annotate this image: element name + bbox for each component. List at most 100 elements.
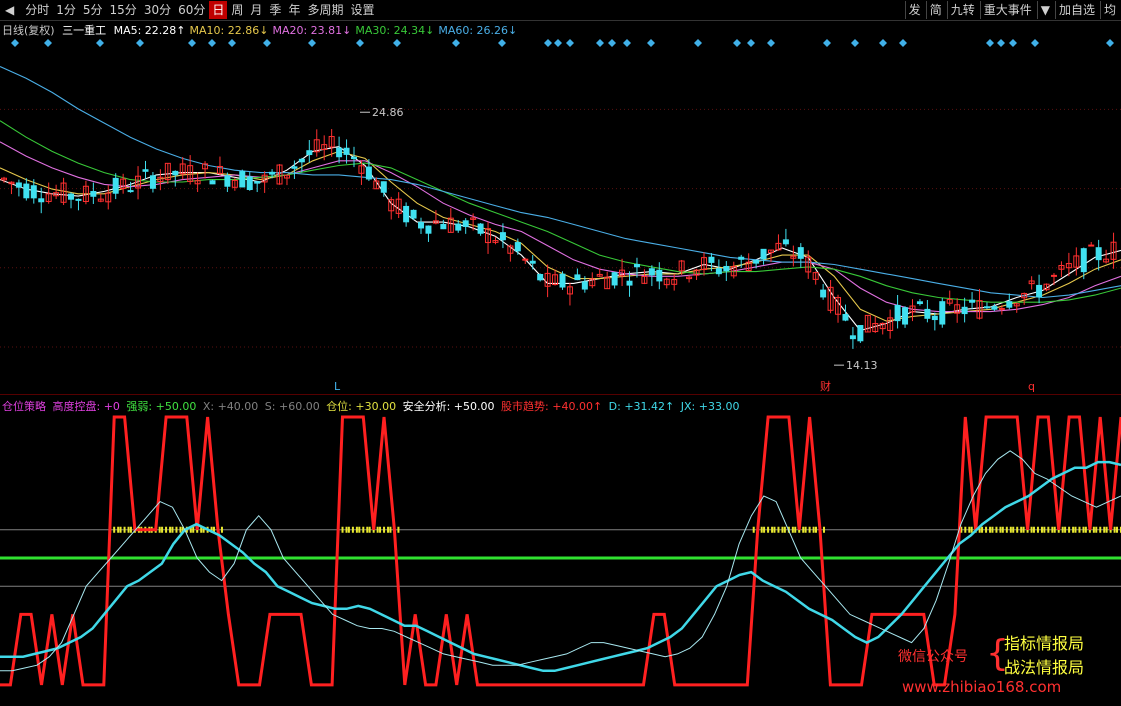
candle-body — [425, 225, 432, 234]
candle-body — [306, 150, 313, 156]
candle-body — [522, 258, 529, 261]
candle-body — [112, 177, 119, 194]
signal-diamond — [694, 39, 702, 47]
signal-diamond — [263, 39, 271, 47]
candle-body — [298, 158, 305, 163]
signal-diamond — [498, 39, 506, 47]
watermark-brand1: 指标情报局 — [1004, 634, 1085, 653]
signal-diamond — [188, 39, 196, 47]
indicator-legend-item: D: +31.42↑ — [608, 400, 678, 413]
candle-body — [254, 181, 261, 184]
candle-body — [455, 223, 462, 231]
period-tab-3[interactable]: 15分 — [107, 1, 140, 19]
candle-body — [961, 306, 968, 315]
toolbar-right-item-0[interactable]: 发 — [904, 1, 924, 19]
candle-body — [998, 307, 1005, 310]
candle-body — [559, 273, 566, 288]
period-tab-12[interactable]: 设置 — [347, 1, 377, 19]
signal-diamond — [96, 39, 104, 47]
period-tab-8[interactable]: 月 — [247, 1, 265, 19]
toolbar-right-item-4[interactable]: ▼ — [1036, 1, 1053, 19]
candle-body — [782, 239, 789, 245]
signal-diamond — [308, 39, 316, 47]
candle-body — [30, 185, 37, 199]
ma-legend-item: MA60: 26.26↓ — [438, 24, 518, 37]
period-tab-10[interactable]: 年 — [285, 1, 303, 19]
candle-body — [916, 301, 923, 305]
signal-diamond — [733, 39, 741, 47]
candle-body — [574, 274, 581, 281]
signal-diamond — [1009, 39, 1017, 47]
period-toolbar: ◀ 分时 1分 5分 15分 30分 60分日周月季年多周期 设置 均加自选 ▼ 重大事件 九转简发 — [0, 0, 1121, 21]
toolbar-right-item-2[interactable]: 九转 — [946, 1, 978, 19]
marker-cai: 财 — [820, 379, 831, 393]
candle-body — [529, 260, 536, 264]
toolbar-right-item-3[interactable]: 重大事件 — [979, 1, 1035, 19]
period-tab-9[interactable]: 季 — [266, 1, 284, 19]
candle-body — [514, 242, 521, 252]
period-tab-0[interactable]: 分时 — [22, 1, 52, 19]
candle-body — [626, 280, 633, 286]
candle-body — [797, 247, 804, 259]
watermark-wechat: 微信公众号 — [898, 649, 968, 665]
candle-body — [440, 223, 447, 230]
period-tab-7[interactable]: 周 — [228, 1, 246, 19]
ma-legend: 日线(复权) 三一重工 MA5: 22.28↑ MA10: 22.86↓ MA20:… — [2, 22, 525, 38]
candle-body — [343, 147, 350, 155]
candle-body — [723, 265, 730, 272]
watermark: 微信公众号 { 指标情报局 战法情报局 www.zhibiao168.com — [898, 628, 1113, 698]
signal-diamond — [823, 39, 831, 47]
candle-body — [15, 182, 22, 188]
candle-body — [715, 268, 722, 275]
candle-body — [410, 209, 417, 219]
toolbar-right-item-1[interactable]: 简 — [925, 1, 945, 19]
candle-body — [633, 263, 640, 268]
candle-body — [23, 183, 30, 199]
signal-diamond — [608, 39, 616, 47]
candle-body — [849, 335, 856, 340]
indicator-legend-item: 高度控盘: +0 — [52, 400, 124, 413]
period-tab-5[interactable]: 60分 — [175, 1, 208, 19]
signal-diamond — [11, 39, 19, 47]
candle-body — [403, 205, 410, 223]
candle-body — [149, 175, 156, 189]
candle-body — [842, 314, 849, 321]
period-tab-1[interactable]: 1分 — [53, 1, 79, 19]
candle-body — [656, 269, 663, 282]
signal-diamond — [136, 39, 144, 47]
signal-diamond — [997, 39, 1005, 47]
signal-diamond — [851, 39, 859, 47]
candle-body — [991, 306, 998, 310]
signal-diamond — [393, 39, 401, 47]
candle-body — [1080, 248, 1087, 273]
signal-diamond — [208, 39, 216, 47]
candle-body — [462, 220, 469, 227]
candle-body — [477, 223, 484, 234]
candle-body — [38, 198, 45, 203]
indicator-legend-item: 强弱: +50.00 — [126, 400, 200, 413]
period-tab-6[interactable]: 日 — [209, 1, 228, 19]
ma-legend-item: MA20: 23.81↓ — [272, 24, 352, 37]
toolbar-right-item-5[interactable]: 加自选 — [1054, 1, 1098, 19]
indicator-legend-item: JX: +33.00 — [680, 400, 740, 413]
candle-body — [291, 166, 298, 169]
signal-diamond — [647, 39, 655, 47]
ma-legend-item: MA30: 24.34↓ — [355, 24, 435, 37]
candle-body — [738, 256, 745, 260]
indicator-legend-item: 仓位: +30.00 — [326, 400, 400, 413]
candle-body — [1006, 301, 1013, 308]
candle-body — [1095, 247, 1102, 261]
candle-body — [269, 171, 276, 175]
candle-body — [924, 308, 931, 319]
signal-diamond — [596, 39, 604, 47]
back-arrow-icon[interactable]: ◀ — [2, 1, 17, 19]
signal-diamond — [1106, 39, 1114, 47]
period-tab-4[interactable]: 30分 — [141, 1, 174, 19]
candle-body — [172, 170, 179, 176]
watermark-url: www.zhibiao168.com — [902, 678, 1062, 696]
period-tab-11[interactable]: 多周期 — [304, 1, 346, 19]
candle-body — [760, 248, 767, 260]
period-tab-2[interactable]: 5分 — [80, 1, 106, 19]
candle-body — [365, 166, 372, 180]
toolbar-right-item-6[interactable]: 均 — [1099, 1, 1119, 19]
